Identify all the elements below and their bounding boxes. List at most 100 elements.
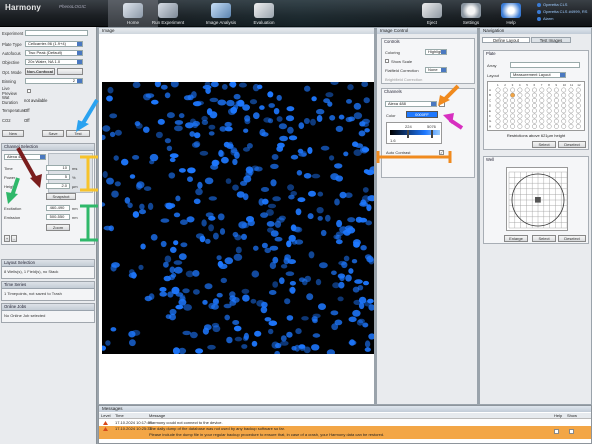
status-device: Operetta CLS (537, 2, 567, 7)
gear-icon (461, 3, 481, 18)
evaluation-icon (254, 3, 274, 18)
snapshot-button[interactable]: Snapshot (46, 193, 76, 200)
svg-text:A: A (489, 88, 491, 92)
time-field[interactable]: 10 (46, 165, 70, 171)
tab-help[interactable]: Help (486, 0, 536, 27)
field-grid (508, 171, 568, 229)
select-wells-button[interactable]: Select (532, 141, 556, 148)
color-swatch[interactable]: 0000FF (406, 111, 438, 118)
well-plate-map[interactable]: 1 2 3 4 5 6 7 8 9 10 11 12 A B C D E F G H (487, 81, 585, 131)
restriction-note: Restrictions above 621µm height (506, 133, 566, 138)
tab-define-layout[interactable]: Define Layout (482, 37, 530, 43)
home-icon (123, 3, 143, 18)
test-button[interactable]: Test (66, 130, 90, 137)
setup-panel: Experiment Plate Type Cellcarrier-96 (1.… (0, 27, 97, 444)
chevron-down-icon (77, 79, 82, 83)
binning-select[interactable]: 2 (25, 78, 83, 84)
live-preview-checkbox[interactable] (27, 89, 31, 93)
svg-text:9: 9 (555, 83, 557, 87)
controls-group: Controls Coloring Highlight Show Scale F… (381, 38, 475, 84)
channel-visible-checkbox[interactable] (439, 101, 445, 107)
remove-channel-button[interactable]: - (11, 235, 17, 242)
show-checkbox[interactable] (569, 429, 574, 434)
auto-contrast-checkbox[interactable]: ✓ (439, 150, 444, 155)
chevron-down-icon (431, 102, 436, 106)
image-tab[interactable]: Image (99, 28, 374, 34)
status-connection: Operetta CLS #4999, RS (537, 9, 587, 14)
svg-text:D: D (489, 104, 492, 108)
svg-text:12: 12 (577, 83, 581, 87)
app-edition: PhenoLOGIC (59, 4, 87, 9)
status-dot-icon (537, 2, 541, 7)
top-banner: Harmony PhenoLOGIC Home Run Experiment I… (0, 0, 592, 27)
image-panel: Image (98, 27, 375, 405)
warning-icon (103, 421, 108, 425)
help-icon[interactable] (554, 429, 559, 434)
svg-text:11: 11 (570, 83, 573, 87)
chevron-down-icon (560, 73, 565, 77)
non-confocal-button[interactable]: Non-Confocal (25, 68, 55, 75)
online-jobs-group[interactable]: Online Jobs No Online Job selected (1, 303, 95, 323)
objective-select[interactable]: 20x Water, NA 1.0 (25, 59, 83, 65)
time-series-group[interactable]: Time Series 1 Timepoints, not saved to T… (1, 281, 95, 301)
deselect-fields-button[interactable]: Deselect (558, 235, 586, 242)
navigation-title: Navigation (480, 28, 591, 34)
image-control-title: Image Control (377, 28, 477, 34)
min-handle[interactable] (407, 130, 409, 138)
channel-select[interactable]: Alexa 488 (4, 154, 46, 160)
flatfield-select[interactable]: None (425, 67, 447, 73)
microscope-icon (158, 3, 178, 18)
analysis-icon (211, 3, 231, 18)
layout-select[interactable]: Measurement Layout (510, 72, 566, 78)
select-fields-button[interactable]: Select (532, 235, 556, 242)
well-field-map[interactable] (506, 167, 568, 231)
image-control-panel: Image Control Controls Coloring Highligh… (376, 27, 478, 405)
confocal-button[interactable] (57, 68, 83, 75)
display-channel-select[interactable]: Alexa 488 (385, 101, 437, 107)
svg-text:G: G (489, 119, 492, 123)
max-handle[interactable] (431, 130, 433, 138)
deselect-wells-button[interactable]: Deselect (558, 141, 586, 148)
add-channel-button[interactable]: + (4, 235, 10, 242)
app-logo: Harmony (5, 3, 42, 12)
message-row-selected[interactable]: 17.10.2024 10:25:34 The daily dump of th… (99, 426, 591, 439)
experiment-label: Experiment (2, 30, 24, 36)
height-field[interactable]: 2.0 (46, 183, 70, 189)
warning-icon (103, 427, 108, 431)
tab-run-experiment[interactable]: Run Experiment (143, 0, 193, 27)
autofocus-select[interactable]: Two Peak (Default) (25, 50, 83, 56)
tab-evaluation[interactable]: Evaluation (239, 0, 289, 27)
messages-header-row: Level Time Message Help Show (99, 413, 591, 419)
tab-test-images[interactable]: Test Images (531, 37, 571, 43)
svg-text:6: 6 (534, 83, 536, 87)
excitation-field[interactable]: 460-490 (46, 205, 70, 211)
chevron-down-icon (77, 51, 82, 55)
new-button[interactable]: New (2, 130, 24, 137)
plate-type-select[interactable]: Cellcarrier-96 (1.9+4) (25, 41, 83, 47)
status-alarm: Alarm (537, 16, 553, 21)
chevron-down-icon (77, 42, 82, 46)
chevron-down-icon (441, 68, 446, 72)
svg-text:B: B (489, 93, 491, 97)
chevron-down-icon (441, 50, 446, 54)
array-field[interactable] (510, 62, 580, 68)
save-button[interactable]: Save (42, 130, 64, 137)
histogram-panel[interactable]: 224 5076 1.6 (386, 122, 442, 144)
svg-text:4: 4 (519, 83, 521, 87)
emission-field[interactable]: 500-550 (46, 214, 70, 220)
layout-selection-group[interactable]: Layout Selection 8 Wells(s), 1 Field(s),… (1, 259, 95, 279)
enlarge-button[interactable]: Enlarge (504, 235, 528, 242)
fluorescence-image[interactable] (102, 82, 374, 354)
messages-panel: Messages Level Time Message Help Show 17… (98, 405, 592, 444)
power-field[interactable]: 5 (46, 174, 70, 180)
svg-text:3: 3 (512, 83, 514, 87)
show-scale-checkbox[interactable] (385, 59, 389, 63)
zoom-button[interactable]: Zoom (46, 224, 70, 231)
svg-text:10: 10 (563, 83, 567, 87)
svg-text:F: F (489, 114, 491, 118)
svg-text:8: 8 (548, 83, 550, 87)
experiment-field[interactable] (25, 30, 88, 36)
coloring-select[interactable]: Highlight (425, 49, 447, 55)
well-group: Well Enlarge Select Deselect (483, 156, 589, 244)
status-dot-icon (537, 16, 541, 21)
